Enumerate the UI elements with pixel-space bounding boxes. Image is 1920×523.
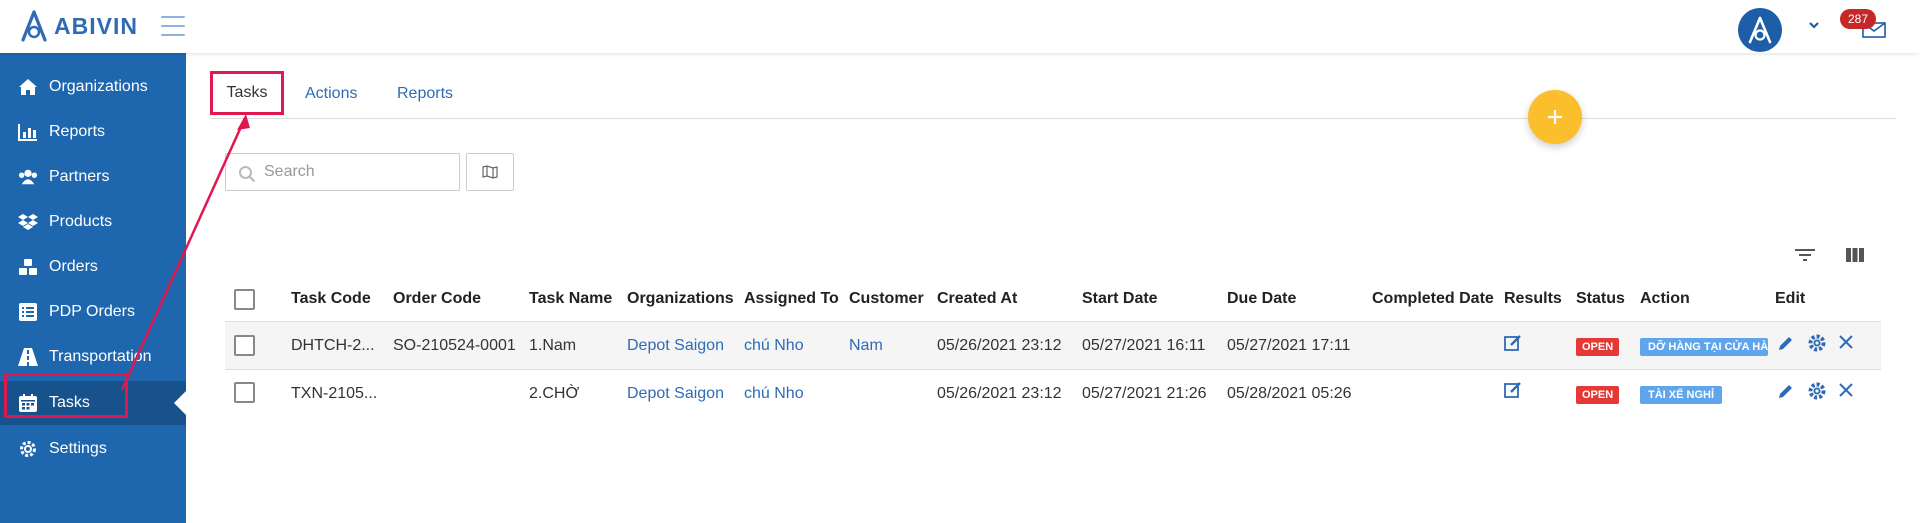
assigned-to-link[interactable]: chú Nho (744, 385, 804, 403)
column-header[interactable]: Task Code (291, 290, 371, 308)
row-checkbox[interactable] (234, 382, 255, 403)
select-all-checkbox[interactable] (234, 289, 255, 310)
row-divider (225, 369, 1881, 370)
notification-badge: 287 (1840, 9, 1876, 29)
bar-chart-icon (18, 122, 38, 142)
due-date: 05/27/2021 17:11 (1227, 337, 1351, 354)
sidebar-item-partners[interactable]: Partners (0, 155, 186, 199)
columns-icon[interactable] (1846, 247, 1864, 263)
home-icon (18, 77, 38, 97)
sidebar-item-label: Settings (49, 440, 107, 457)
column-header[interactable]: Completed Date (1372, 290, 1494, 308)
sidebar-item-reports[interactable]: Reports (0, 110, 186, 154)
sidebar-item-label: Partners (49, 168, 110, 185)
organization-link[interactable]: Depot Saigon (627, 337, 724, 355)
assigned-to-link[interactable]: chú Nho (744, 337, 804, 355)
chevron-down-icon[interactable] (1806, 17, 1822, 33)
column-header[interactable]: Assigned To (744, 290, 839, 308)
avatar[interactable] (1738, 8, 1782, 52)
task-name: 1.Nam (529, 337, 577, 354)
sidebar-item-orders[interactable]: Orders (0, 245, 186, 289)
order-code: SO-210524-0001 (393, 337, 516, 354)
action-badge: DỠ HÀNG TẠI CỬA HÀ (1640, 338, 1768, 356)
sidebar-item-label: PDP Orders (49, 303, 135, 320)
column-header[interactable]: Results (1504, 290, 1562, 308)
column-header[interactable]: Edit (1775, 290, 1805, 308)
task-code: TXN-2105... (291, 385, 378, 402)
map-icon (482, 165, 498, 179)
column-header[interactable]: Start Date (1082, 290, 1158, 308)
active-indicator (174, 391, 186, 415)
sidebar-item-label: Products (49, 213, 113, 230)
cubes-icon (18, 257, 38, 277)
column-header[interactable]: Due Date (1227, 290, 1296, 308)
sidebar: Organizations Reports Partners Products … (0, 53, 186, 523)
row-checkbox[interactable] (234, 335, 255, 356)
column-header[interactable]: Customer (849, 290, 924, 308)
due-date: 05/28/2021 05:26 (1227, 385, 1352, 402)
column-header[interactable]: Organizations (627, 290, 734, 308)
column-header[interactable]: Status (1576, 290, 1625, 308)
gear-icon[interactable] (1807, 333, 1827, 353)
sidebar-item-label: Organizations (49, 78, 148, 95)
status-badge: OPEN (1576, 386, 1620, 404)
column-header[interactable]: Task Name (529, 290, 612, 308)
start-date: 05/27/2021 21:26 (1082, 385, 1207, 402)
user-avatar-icon (1748, 16, 1772, 44)
brand-name: ABIVIN (54, 12, 138, 39)
sidebar-item-label: Transportation (49, 348, 152, 365)
results-edit-icon[interactable] (1504, 334, 1522, 352)
map-view-button[interactable] (466, 153, 514, 191)
pencil-icon[interactable] (1777, 334, 1795, 352)
sidebar-item-label: Reports (49, 123, 106, 140)
created-at: 05/26/2021 23:12 (937, 337, 1062, 354)
customer-link[interactable]: Nam (849, 337, 883, 355)
sidebar-item-pdp-orders[interactable]: PDP Orders (0, 290, 186, 334)
gear-icon (18, 439, 38, 459)
results-edit-icon[interactable] (1504, 381, 1522, 399)
list-icon (18, 302, 38, 322)
abivin-logo-icon (21, 10, 47, 42)
close-icon[interactable] (1838, 382, 1854, 398)
tab-reports[interactable]: Reports (397, 85, 453, 103)
search-box (225, 153, 460, 191)
top-bar: ABIVIN 287 (0, 0, 1920, 53)
gear-icon[interactable] (1807, 381, 1827, 401)
start-date: 05/27/2021 16:11 (1082, 337, 1206, 354)
pencil-icon[interactable] (1777, 382, 1795, 400)
action-badge: TÀI XẾ NGHỈ (1640, 386, 1723, 404)
tab-tasks[interactable]: Tasks (210, 71, 284, 115)
logo[interactable]: ABIVIN (20, 8, 138, 44)
sidebar-item-organizations[interactable]: Organizations (0, 65, 186, 109)
created-at: 05/26/2021 23:12 (937, 385, 1062, 402)
task-code: DHTCH-2... (291, 337, 375, 354)
annotation-arrow (120, 114, 250, 391)
task-name: 2.CHỜ (529, 385, 580, 402)
tab-actions[interactable]: Actions (305, 85, 357, 103)
search-icon (239, 166, 256, 183)
column-header[interactable]: Order Code (393, 290, 481, 308)
tabs-divider (210, 118, 1896, 119)
sidebar-item-settings[interactable]: Settings (0, 427, 186, 471)
dropbox-icon (18, 212, 38, 232)
column-header[interactable]: Created At (937, 290, 1017, 308)
search-input[interactable] (264, 163, 444, 181)
users-icon (18, 167, 38, 187)
organization-link[interactable]: Depot Saigon (627, 385, 724, 403)
sidebar-item-products[interactable]: Products (0, 200, 186, 244)
add-task-button[interactable] (1528, 90, 1582, 144)
menu-toggle-icon[interactable] (161, 16, 185, 36)
column-header[interactable]: Action (1640, 290, 1690, 308)
plus-icon (1548, 110, 1562, 124)
status-badge: OPEN (1576, 338, 1620, 356)
road-icon (18, 347, 38, 367)
annotation-box-sidebar-tasks (4, 373, 128, 418)
filter-icon[interactable] (1795, 247, 1815, 263)
close-icon[interactable] (1838, 334, 1854, 350)
sidebar-item-label: Orders (49, 258, 98, 275)
